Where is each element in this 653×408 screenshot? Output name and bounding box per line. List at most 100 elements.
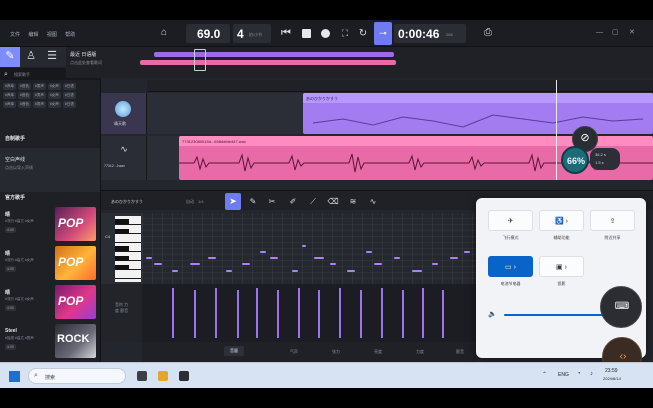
note[interactable] bbox=[242, 263, 250, 265]
param-lane[interactable] bbox=[142, 284, 476, 342]
clock-date[interactable]: 2024/6/14 bbox=[603, 376, 621, 381]
note[interactable] bbox=[208, 257, 216, 259]
param-bar[interactable] bbox=[422, 288, 424, 338]
note[interactable] bbox=[374, 263, 382, 265]
tag-chip[interactable]: #女声 bbox=[47, 101, 61, 108]
note[interactable] bbox=[270, 257, 278, 259]
tag-chip[interactable]: #男声 bbox=[32, 92, 46, 99]
param-bar[interactable] bbox=[172, 288, 174, 338]
stop-icon[interactable] bbox=[302, 29, 311, 38]
param-bar[interactable] bbox=[402, 290, 404, 338]
fullscreen-icon[interactable]: ⛶ bbox=[339, 28, 351, 39]
timeline-ruler[interactable] bbox=[147, 80, 653, 92]
menu-file[interactable]: 文件 bbox=[10, 31, 20, 38]
param-bar[interactable] bbox=[442, 290, 444, 338]
note[interactable] bbox=[412, 270, 422, 272]
param-bar[interactable] bbox=[360, 290, 362, 338]
param-tab-tension[interactable]: 张力 bbox=[332, 349, 340, 355]
param-bar[interactable] bbox=[237, 290, 239, 338]
tag-chip[interactable]: #男声 bbox=[32, 83, 46, 90]
note[interactable] bbox=[292, 270, 298, 272]
singer-card[interactable]: Steel #摇滚 #高亢 #男声 4:00 ROCK bbox=[0, 323, 101, 360]
pitch-line-icon[interactable]: ⟋ bbox=[307, 196, 319, 207]
user-icon[interactable]: ♙ bbox=[25, 51, 37, 62]
start-icon[interactable] bbox=[9, 371, 20, 382]
clock-time[interactable]: 23:59 bbox=[605, 368, 618, 374]
note[interactable] bbox=[314, 257, 324, 259]
follow-playhead-button[interactable]: ⊸ bbox=[374, 22, 392, 45]
singer-card[interactable]: 晴 #流行 #高亢 #女声 4:00 POP bbox=[0, 245, 101, 282]
loop-icon[interactable]: ↻ bbox=[357, 28, 369, 39]
param-bar[interactable] bbox=[277, 290, 279, 338]
overview-vocal-strip[interactable] bbox=[154, 52, 394, 57]
close-icon[interactable]: ✕ bbox=[629, 28, 635, 36]
tag-chip[interactable]: #日语 bbox=[62, 92, 76, 99]
record-icon[interactable] bbox=[321, 29, 330, 38]
note[interactable] bbox=[190, 263, 200, 265]
note[interactable] bbox=[450, 257, 458, 259]
piano-roll-grid[interactable] bbox=[142, 213, 476, 284]
file-explorer-icon[interactable] bbox=[158, 371, 168, 381]
tag-chip[interactable]: #音色 bbox=[17, 83, 31, 90]
scissors-icon[interactable]: ✂ bbox=[266, 196, 278, 207]
tag-chip[interactable]: #女声 bbox=[47, 83, 61, 90]
pitch-erase-icon[interactable]: ⌫ bbox=[327, 196, 339, 207]
note[interactable] bbox=[432, 263, 438, 265]
floating-keyboard-button[interactable]: ⌨ bbox=[600, 286, 642, 328]
audio-track-header[interactable]: ∿ 77312...1wav bbox=[101, 136, 147, 180]
overview-audio-strip[interactable] bbox=[140, 60, 396, 65]
tag-chip[interactable]: #日语 bbox=[62, 101, 76, 108]
singer-card[interactable]: 晴 #流行 #高亢 #女声 4:00 POP bbox=[0, 206, 101, 243]
note[interactable] bbox=[172, 270, 178, 272]
speaker-icon[interactable]: ♪ bbox=[590, 371, 593, 377]
metronome-icon[interactable]: ⌂ bbox=[158, 27, 170, 38]
note[interactable] bbox=[347, 270, 355, 272]
pencil-icon[interactable]: ✎ bbox=[247, 196, 259, 207]
export-icon[interactable]: ⎙ bbox=[482, 27, 494, 38]
pitch-draw-icon[interactable]: ✐ bbox=[287, 196, 299, 207]
note[interactable] bbox=[302, 245, 306, 247]
note[interactable] bbox=[260, 251, 266, 253]
tag-chip[interactable]: #音色 bbox=[17, 101, 31, 108]
tag-chip[interactable]: #日语 bbox=[62, 83, 76, 90]
select-tool-button[interactable]: ➤ bbox=[225, 193, 241, 210]
singer-card[interactable]: 晴 #流行 #高亢 #女声 4:00 POP bbox=[0, 284, 101, 321]
time-signature-box[interactable]: 4 拍/小节 bbox=[233, 24, 271, 43]
daw-app-icon[interactable] bbox=[179, 371, 189, 381]
param-bar[interactable] bbox=[318, 290, 320, 338]
wifi-icon[interactable]: ◔ bbox=[577, 371, 581, 377]
key-selector[interactable]: 自动 bbox=[186, 199, 194, 205]
param-bar[interactable] bbox=[215, 288, 217, 338]
singer-tab-button[interactable]: ✎ bbox=[0, 47, 20, 67]
playhead-line[interactable] bbox=[556, 80, 557, 180]
airplane-mode-tile[interactable]: ✈ bbox=[488, 210, 533, 231]
note[interactable] bbox=[366, 251, 372, 253]
language-indicator[interactable]: ENG bbox=[558, 372, 569, 378]
note[interactable] bbox=[330, 263, 336, 265]
menu-edit[interactable]: 编辑 bbox=[28, 31, 38, 38]
battery-saver-tile[interactable]: ▭ › bbox=[488, 256, 533, 277]
note[interactable] bbox=[394, 257, 400, 259]
param-bar[interactable] bbox=[339, 288, 341, 338]
tag-chip[interactable]: #女声 bbox=[47, 92, 61, 99]
maximize-icon[interactable]: ▢ bbox=[612, 28, 619, 36]
vocal-clip[interactable]: あのひかりかすう bbox=[303, 93, 653, 134]
tray-chevron-icon[interactable]: ⌃ bbox=[542, 371, 547, 378]
vocal-track-header[interactable]: 晴天歌 bbox=[101, 93, 147, 134]
task-view-icon[interactable] bbox=[137, 371, 147, 381]
param-tab-breath[interactable]: 气声 bbox=[290, 349, 298, 355]
param-bar[interactable] bbox=[381, 288, 383, 338]
param-tab-force[interactable]: 力度 bbox=[416, 349, 424, 355]
param-tab-brightness[interactable]: 亮度 bbox=[374, 349, 382, 355]
note[interactable] bbox=[226, 270, 232, 272]
tag-chip[interactable]: #音色 bbox=[17, 92, 31, 99]
tempo-box[interactable]: 69.0 bbox=[186, 24, 230, 43]
note[interactable] bbox=[154, 263, 162, 265]
nearby-share-tile[interactable]: ⇪ bbox=[590, 210, 635, 231]
overview-viewport[interactable] bbox=[194, 49, 206, 71]
note[interactable] bbox=[464, 251, 470, 253]
snap-selector[interactable]: 1/4 bbox=[198, 199, 204, 204]
vibrato-icon[interactable]: ≋ bbox=[347, 196, 359, 207]
taskbar-search[interactable]: ⌕ 搜索 bbox=[28, 368, 126, 384]
cast-tile[interactable]: ▣ › bbox=[539, 256, 584, 277]
